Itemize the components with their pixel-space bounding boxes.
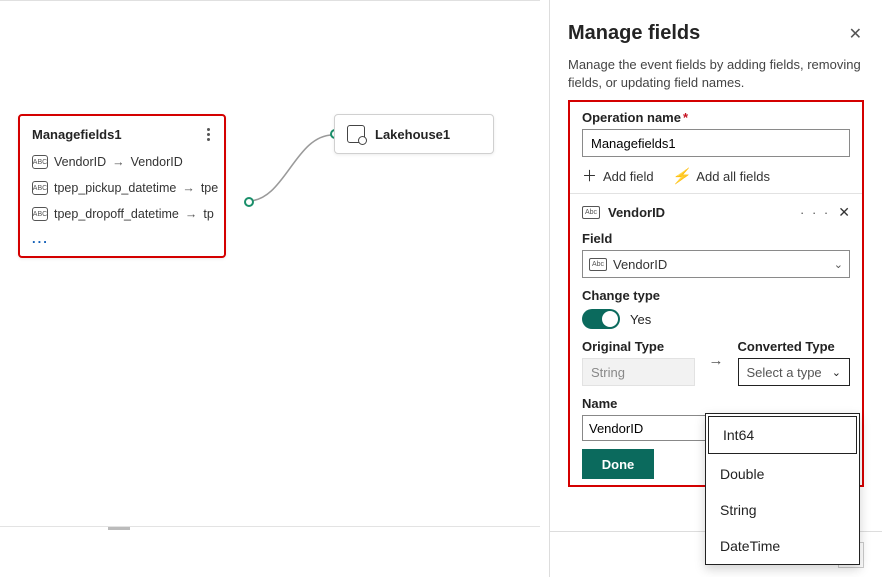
bolt-icon: ⚡ [672,167,691,185]
manage-fields-panel: Manage fields ✕ Manage the event fields … [549,0,882,577]
mapping-from: tpep_dropoff_datetime [54,207,179,221]
field-mapping-row: ABC tpep_dropoff_datetime → tp [20,201,224,227]
change-type-toggle[interactable] [582,309,620,329]
mapping-from: VendorID [54,155,106,169]
design-canvas[interactable]: Managefields1 ABC VendorID → VendorID AB… [0,0,540,577]
mapping-to: tpe [201,181,218,195]
arrow-right-icon: → [709,352,724,373]
type-dropdown: Int64 Double String DateTime [705,413,860,565]
more-fields-ellipsis[interactable]: ... [20,227,224,256]
type-option-int64[interactable]: Int64 [708,416,857,454]
original-type-label: Original Type [582,339,695,354]
type-option-double[interactable]: Double [706,456,859,492]
add-field-button[interactable]: ＋ Add field [582,169,654,184]
name-input[interactable] [582,415,710,441]
field-type-icon: ABC [32,155,48,169]
node-lakehouse[interactable]: Lakehouse1 [334,114,494,154]
canvas-footer-divider [0,526,540,527]
add-all-fields-label: Add all fields [696,169,770,184]
change-type-label: Change type [582,288,850,303]
lakehouse-icon [347,125,365,143]
type-option-string[interactable]: String [706,492,859,528]
field-select[interactable]: Abc VendorID ⌄ [582,250,850,278]
field-mapping-row: ABC VendorID → VendorID [20,149,224,175]
name-label: Name [582,396,850,411]
arrow-right-icon: → [182,181,195,195]
panel-subtitle: Manage the event fields by adding fields… [568,56,864,92]
done-button[interactable]: Done [582,449,654,479]
arrow-right-icon: → [112,155,125,169]
string-type-icon: Abc [589,258,607,271]
field-dropdown-label: Field [582,231,850,246]
mapping-from: tpep_pickup_datetime [54,181,176,195]
panel-title: Manage fields [568,22,700,45]
converted-type-label: Converted Type [738,339,851,354]
converted-type-select[interactable]: Select a type ⌄ [738,358,851,386]
more-icon[interactable] [205,126,212,143]
operation-name-input[interactable] [582,129,850,157]
node-managefields[interactable]: Managefields1 ABC VendorID → VendorID AB… [18,114,226,258]
add-field-label: Add field [603,169,654,184]
string-type-icon: Abc [582,206,600,219]
node-title: Lakehouse1 [375,127,450,142]
connector-line [215,121,345,221]
node-title: Managefields1 [32,127,122,142]
field-block-title: VendorID [608,205,792,220]
close-icon[interactable]: ✕ [847,22,864,46]
field-mapping-row: ABC tpep_pickup_datetime → tpe [20,175,224,201]
plus-icon: ＋ [582,169,597,184]
converted-type-placeholder: Select a type [747,365,822,380]
chevron-down-icon: ⌄ [832,366,841,379]
field-type-icon: ABC [32,207,48,221]
arrow-right-icon: → [185,207,198,221]
type-option-datetime[interactable]: DateTime [706,528,859,564]
field-type-icon: ABC [32,181,48,195]
output-port[interactable] [244,197,254,207]
operation-name-label: Operation name* [582,110,688,125]
remove-field-icon[interactable]: ✕ [838,204,850,221]
mapping-to: tp [203,207,213,221]
more-icon[interactable]: · · · [800,205,830,220]
canvas-tab-handle[interactable] [108,527,130,530]
add-all-fields-button[interactable]: ⚡ Add all fields [672,167,770,185]
field-select-value: VendorID [613,257,667,272]
mapping-to: VendorID [131,155,183,169]
original-type-value: String [582,358,695,386]
change-type-value: Yes [630,312,651,327]
chevron-down-icon: ⌄ [834,258,843,271]
